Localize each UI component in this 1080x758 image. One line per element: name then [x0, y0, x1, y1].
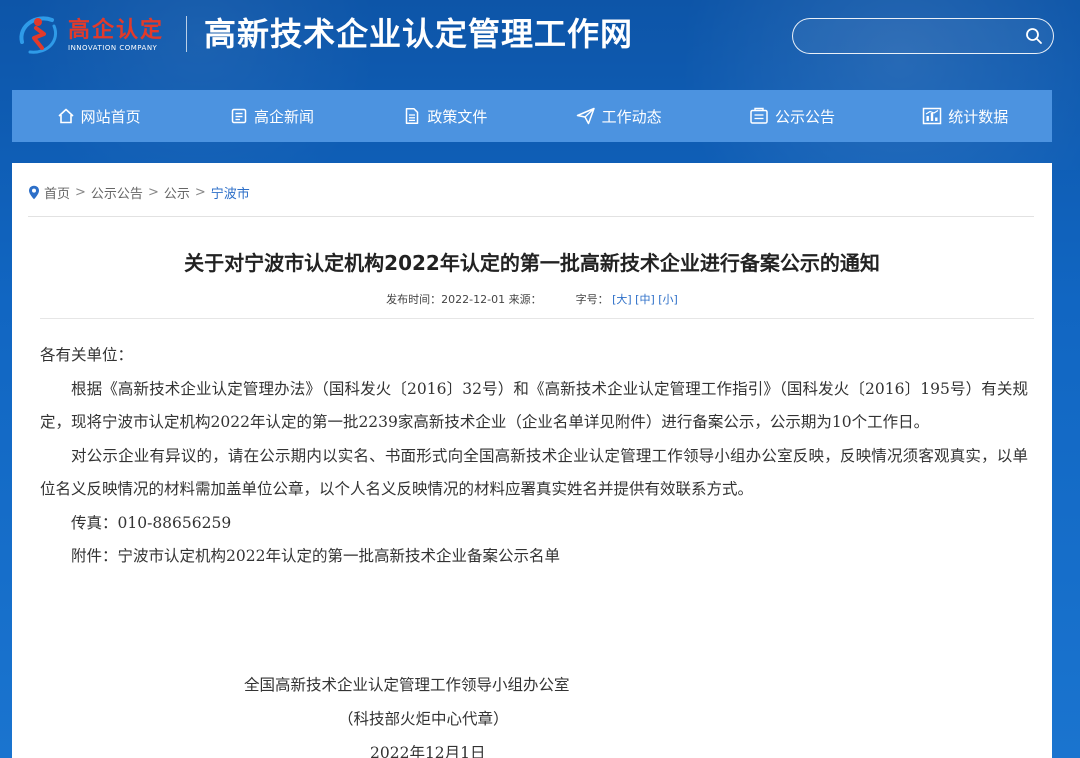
article-body: 各有关单位： 根据《高新技术企业认定管理办法》（国科发火〔2016〕32号）和《…: [40, 339, 1028, 574]
statistics-icon: [923, 107, 942, 125]
breadcrumb-announcement-link[interactable]: 公示公告: [91, 183, 143, 202]
site-logo[interactable]: 高企认定 INNOVATION COMPANY: [14, 12, 174, 58]
breadcrumb-separator: >: [194, 185, 206, 200]
meta-divider: [40, 318, 1034, 319]
content-panel: 首页 > 公示公告 > 公示 > 宁波市 关于对宁波市认定机构2022年认定的第…: [12, 163, 1052, 758]
nav-item-home[interactable]: 网站首页: [12, 90, 185, 142]
home-icon: [58, 108, 74, 124]
attachment-link[interactable]: 附件：宁波市认定机构2022年认定的第一批高新技术企业备案公示名单: [40, 540, 1028, 574]
breadcrumb-separator: >: [147, 185, 159, 200]
logo-subtitle: INNOVATION COMPANY: [68, 44, 158, 52]
location-pin-icon: [29, 185, 39, 200]
nav-label: 工作动态: [601, 107, 662, 126]
fax-line: 传真：010-88656259: [71, 513, 232, 532]
main-nav: 网站首页 高企新闻 政策文件 工作动态 公示公告 统计数据: [12, 90, 1052, 142]
font-size-small-button[interactable]: [小]: [658, 293, 678, 306]
document-icon: [406, 108, 419, 124]
breadcrumb-current-link[interactable]: 宁波市: [211, 183, 250, 202]
signature-organization: 全国高新技术企业认定管理工作领导小组办公室: [244, 676, 570, 694]
logo-divider: [186, 16, 187, 52]
breadcrumb-home-link[interactable]: 首页: [44, 183, 70, 202]
site-header: 高企认定 INNOVATION COMPANY 高新技术企业认定管理工作网: [0, 0, 1080, 84]
breadcrumb-divider: [28, 216, 1034, 217]
search-box: [792, 18, 1054, 54]
nav-item-news[interactable]: 高企新闻: [185, 90, 358, 142]
font-size-large-button[interactable]: [大]: [612, 293, 632, 306]
breadcrumb-separator: >: [75, 185, 86, 200]
logo-mark-icon: [14, 12, 64, 58]
nav-item-policy[interactable]: 政策文件: [359, 90, 532, 142]
announcement-icon: [750, 107, 768, 124]
signature-note: （科技部火炬中心代章）: [338, 710, 509, 728]
article-paragraph: 对公示企业有异议的，请在公示期内以实名、书面形式向全国高新技术企业认定管理工作领…: [40, 446, 1028, 499]
search-icon: [1026, 28, 1042, 44]
article-greeting: 各有关单位：: [40, 346, 134, 364]
nav-item-statistics[interactable]: 统计数据: [879, 90, 1052, 142]
nav-label: 统计数据: [948, 107, 1009, 126]
nav-label: 政策文件: [427, 107, 488, 126]
news-icon: [231, 108, 247, 124]
logo-title: 高企认定: [68, 17, 165, 43]
publish-info: 发布时间：2022-12-01 来源：: [386, 293, 542, 306]
nav-label: 公示公告: [774, 107, 835, 126]
nav-label: 高企新闻: [253, 107, 314, 126]
article-title: 关于对宁波市认定机构2022年认定的第一批高新技术企业进行备案公示的通知: [184, 251, 880, 275]
site-title: 高新技术企业认定管理工作网: [204, 15, 634, 53]
signature-date: 2022年12月1日: [370, 744, 486, 758]
article-paragraph: 根据《高新技术企业认定管理办法》（国科发火〔2016〕32号）和《高新技术企业认…: [40, 379, 1028, 432]
search-button[interactable]: [1021, 23, 1047, 49]
nav-label: 网站首页: [80, 107, 141, 126]
font-size-medium-button[interactable]: [中]: [635, 293, 655, 306]
font-size-label: 字号：: [575, 293, 609, 306]
nav-item-work[interactable]: 工作动态: [532, 90, 705, 142]
breadcrumb: 首页 > 公示公告 > 公示 > 宁波市: [28, 183, 250, 202]
nav-item-announcement[interactable]: 公示公告: [705, 90, 878, 142]
search-input[interactable]: [807, 25, 1017, 47]
send-icon: [576, 107, 595, 125]
article-meta: 发布时间：2022-12-01 来源： 字号： [大] [中] [小]: [12, 291, 1052, 307]
breadcrumb-publicity-link[interactable]: 公示: [164, 183, 190, 202]
